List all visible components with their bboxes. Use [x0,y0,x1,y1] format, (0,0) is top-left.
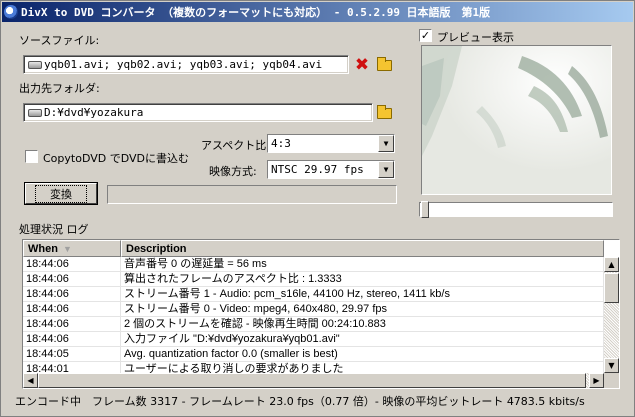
column-when[interactable]: When ▼ [23,240,121,257]
source-file-value: yqb01.avi; yqb02.avi; yqb03.avi; yqb04.a… [44,58,323,71]
log-time: 18:44:06 [23,332,121,346]
log-description: 音声番号 0 の遅延量 = 56 ms [121,257,604,271]
copytodvd-label: CopytoDVD でDVDに書込む [43,152,189,165]
log-time: 18:44:06 [23,257,121,271]
window-title: DivX to DVD コンバータ （複数のフォーマットにも対応） - 0.5.… [21,6,491,19]
app-icon [4,5,18,19]
preview-position-slider[interactable] [419,201,613,218]
browse-output-button[interactable] [375,104,393,122]
log-description: Avg. quantization factor 0.0 (smaller is… [121,347,604,361]
source-file-label: ソースファイル: [19,34,100,47]
log-rows: 18:44:06 音声番号 0 の遅延量 = 56 ms 18:44:06 算出… [23,257,604,377]
output-folder-field[interactable]: D:¥dvd¥yozakura [23,103,373,122]
log-time: 18:44:06 [23,287,121,301]
log-description: 2 個のストリームを確認 - 映像再生時間 00:24:10.883 [121,317,604,331]
chevron-down-icon[interactable]: ▼ [378,135,394,152]
log-vertical-scrollbar[interactable]: ▲ ▼ [604,257,619,373]
clear-source-button[interactable]: ✖ [353,56,371,74]
video-format-label: 映像方式: [209,165,257,178]
table-row[interactable]: 18:44:06 入力ファイル "D:¥dvd¥yozakura¥yqb01.a… [23,332,604,347]
preview-frame [422,46,611,194]
log-description: ストリーム番号 0 - Video: mpeg4, 640x480, 29.97… [121,302,604,316]
copytodvd-checkbox[interactable] [25,150,38,163]
main-window: DivX to DVD コンバータ （複数のフォーマットにも対応） - 0.5.… [0,0,635,417]
sort-down-icon: ▼ [62,243,72,254]
convert-button-label: 変換 [35,184,87,203]
table-row[interactable]: 18:44:06 ストリーム番号 1 - Audio: pcm_s16le, 4… [23,287,604,302]
scroll-thumb[interactable] [604,273,619,303]
aspect-ratio-value: 4:3 [271,137,291,150]
table-row[interactable]: 18:44:06 算出されたフレームのアスペクト比 : 1.3333 [23,272,604,287]
chevron-down-icon[interactable]: ▼ [378,161,394,178]
scroll-left-icon[interactable]: ◀ [23,373,38,388]
scroll-corner [604,373,619,388]
log-label: 処理状況 ログ [19,223,89,236]
browse-source-button[interactable] [375,56,393,74]
folder-icon [376,104,392,119]
convert-button[interactable]: 変換 [24,182,98,205]
scroll-down-icon[interactable]: ▼ [604,358,619,373]
column-when-label: When [28,242,58,255]
log-header: When ▼ Description [23,240,604,257]
log-horizontal-scrollbar[interactable]: ◀ ▶ [23,373,604,388]
scroll-h-thumb[interactable] [38,373,586,388]
status-text: エンコード中 フレーム数 3317 - フレームレート 23.0 fps（0.7… [15,395,585,408]
scroll-right-icon[interactable]: ▶ [589,373,604,388]
table-row[interactable]: 18:44:05 Avg. quantization factor 0.0 (s… [23,347,604,362]
log-time: 18:44:06 [23,317,121,331]
output-folder-value: D:¥dvd¥yozakura [44,106,144,119]
log-description: 算出されたフレームのアスペクト比 : 1.3333 [121,272,604,286]
video-format-value: NTSC 29.97 fps [271,163,364,176]
table-row[interactable]: 18:44:06 ストリーム番号 0 - Video: mpeg4, 640x4… [23,302,604,317]
aspect-ratio-label: アスペクト比: [201,139,270,152]
video-format-select[interactable]: NTSC 29.97 fps ▼ [267,160,395,179]
drive-icon [28,60,42,69]
preview-image [421,45,612,195]
log-time: 18:44:06 [23,272,121,286]
folder-icon [376,56,392,71]
drive-icon [28,108,42,117]
column-description-label: Description [126,242,187,255]
delete-icon: ✖ [354,54,370,75]
source-file-field[interactable]: yqb01.avi; yqb02.avi; yqb03.avi; yqb04.a… [23,55,349,74]
conversion-progress-bar [107,185,397,204]
title-bar[interactable]: DivX to DVD コンバータ （複数のフォーマットにも対応） - 0.5.… [2,2,633,22]
table-row[interactable]: 18:44:06 音声番号 0 の遅延量 = 56 ms [23,257,604,272]
log-list[interactable]: When ▼ Description 18:44:06 音声番号 0 の遅延量 … [22,239,620,389]
scroll-up-icon[interactable]: ▲ [604,257,619,272]
log-description: 入力ファイル "D:¥dvd¥yozakura¥yqb01.avi" [121,332,604,346]
table-row[interactable]: 18:44:06 2 個のストリームを確認 - 映像再生時間 00:24:10.… [23,317,604,332]
preview-label: プレビュー表示 [437,31,514,44]
preview-checkbox[interactable]: ✓ [419,29,432,42]
slider-thumb[interactable] [421,201,429,218]
column-description[interactable]: Description [121,240,604,257]
log-time: 18:44:06 [23,302,121,316]
log-description: ストリーム番号 1 - Audio: pcm_s16le, 44100 Hz, … [121,287,604,301]
log-time: 18:44:05 [23,347,121,361]
aspect-ratio-select[interactable]: 4:3 ▼ [267,134,395,153]
output-folder-label: 出力先フォルダ: [19,82,100,95]
